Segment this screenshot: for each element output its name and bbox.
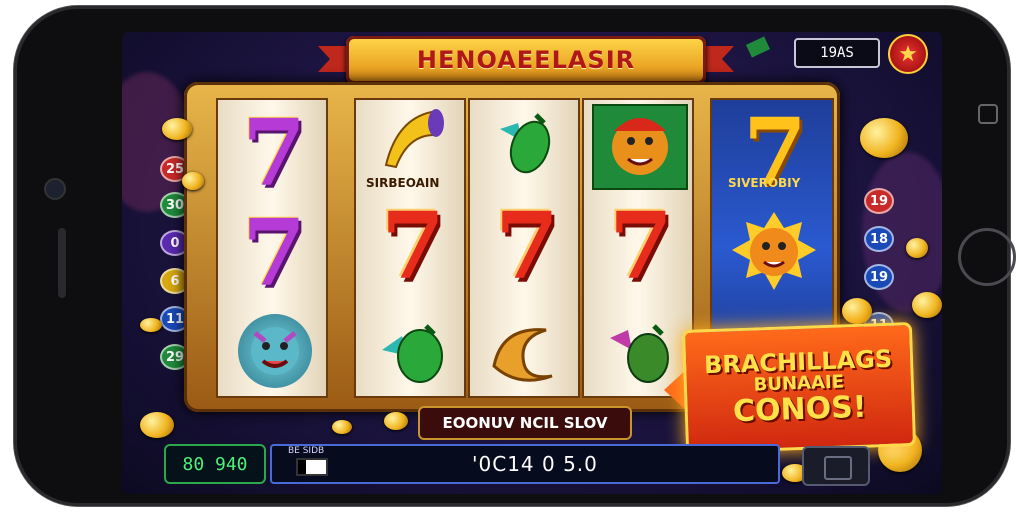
- bet-chip-right[interactable]: 19: [864, 188, 894, 214]
- seven-symbol: 7: [494, 192, 559, 300]
- coin-icon: [384, 412, 408, 430]
- horn-icon: [378, 104, 446, 174]
- camera-icon: [44, 178, 66, 200]
- overview-icon[interactable]: [978, 104, 998, 124]
- seven-symbol: 7: [241, 199, 306, 307]
- bonus-line-3: CONOS!: [732, 389, 868, 430]
- coin-icon: [842, 298, 872, 324]
- croissant-icon: [486, 314, 566, 390]
- eggplant-icon: [372, 314, 452, 390]
- reel-3: 7: [468, 98, 580, 398]
- home-button[interactable]: [958, 228, 1016, 286]
- game-title-banner: HENOAEELASIR: [346, 36, 706, 84]
- bet-value: '0C14 0 5.0: [472, 452, 598, 476]
- credit-display: 80 940: [164, 444, 266, 484]
- bonus-panel[interactable]: BRACHILLAGS BUNAAIE CONOS!: [681, 322, 917, 454]
- seven-symbol: 7: [608, 192, 673, 300]
- bet-bar: BE SIDB '0C14 0 5.0: [270, 444, 780, 484]
- coin-icon: [332, 420, 352, 434]
- coin-icon: [140, 412, 174, 438]
- lion-icon: [592, 104, 688, 190]
- coin-icon: [140, 318, 162, 332]
- bet-input[interactable]: [296, 458, 328, 476]
- green-chip-icon: [745, 36, 771, 58]
- reel-2: SIRBEOAIN 7: [354, 98, 466, 398]
- tiger-icon: [730, 208, 818, 304]
- reel-4: 7: [582, 98, 694, 398]
- star-icon[interactable]: ★: [888, 34, 928, 74]
- bet-field-label: BE SIDB: [288, 446, 325, 456]
- score-display: 19AS: [794, 38, 880, 68]
- game-screen: HENOAEELASIR 19AS ★ 25 30 0 6 11 29 19 1…: [122, 32, 942, 494]
- spin-button[interactable]: [802, 446, 870, 486]
- pepper-icon: [492, 106, 562, 182]
- tiger-icon: [238, 314, 312, 388]
- speaker-slot: [58, 228, 66, 298]
- background-glow: [122, 72, 192, 212]
- phone-frame: HENOAEELASIR 19AS ★ 25 30 0 6 11 29 19 1…: [14, 6, 1016, 506]
- coin-icon: [162, 118, 192, 140]
- reel-label: SIVEROBIY: [728, 176, 801, 190]
- reel-label: SIRBEOAIN: [366, 176, 440, 190]
- bet-chip-right[interactable]: 19: [864, 264, 894, 290]
- bet-chip-right[interactable]: 18: [864, 226, 894, 252]
- seven-symbol: 7: [380, 192, 445, 300]
- bonus-label: EOONUV NCIL SLOV: [418, 406, 632, 440]
- coin-icon: [860, 118, 908, 158]
- coin-icon: [906, 238, 928, 258]
- coin-icon: [912, 292, 942, 318]
- reel-1: 7 7: [216, 98, 328, 398]
- game-title: HENOAEELASIR: [416, 46, 636, 74]
- seven-symbol: 7: [241, 99, 306, 207]
- spin-icon: [824, 456, 852, 480]
- coin-icon: [182, 172, 204, 190]
